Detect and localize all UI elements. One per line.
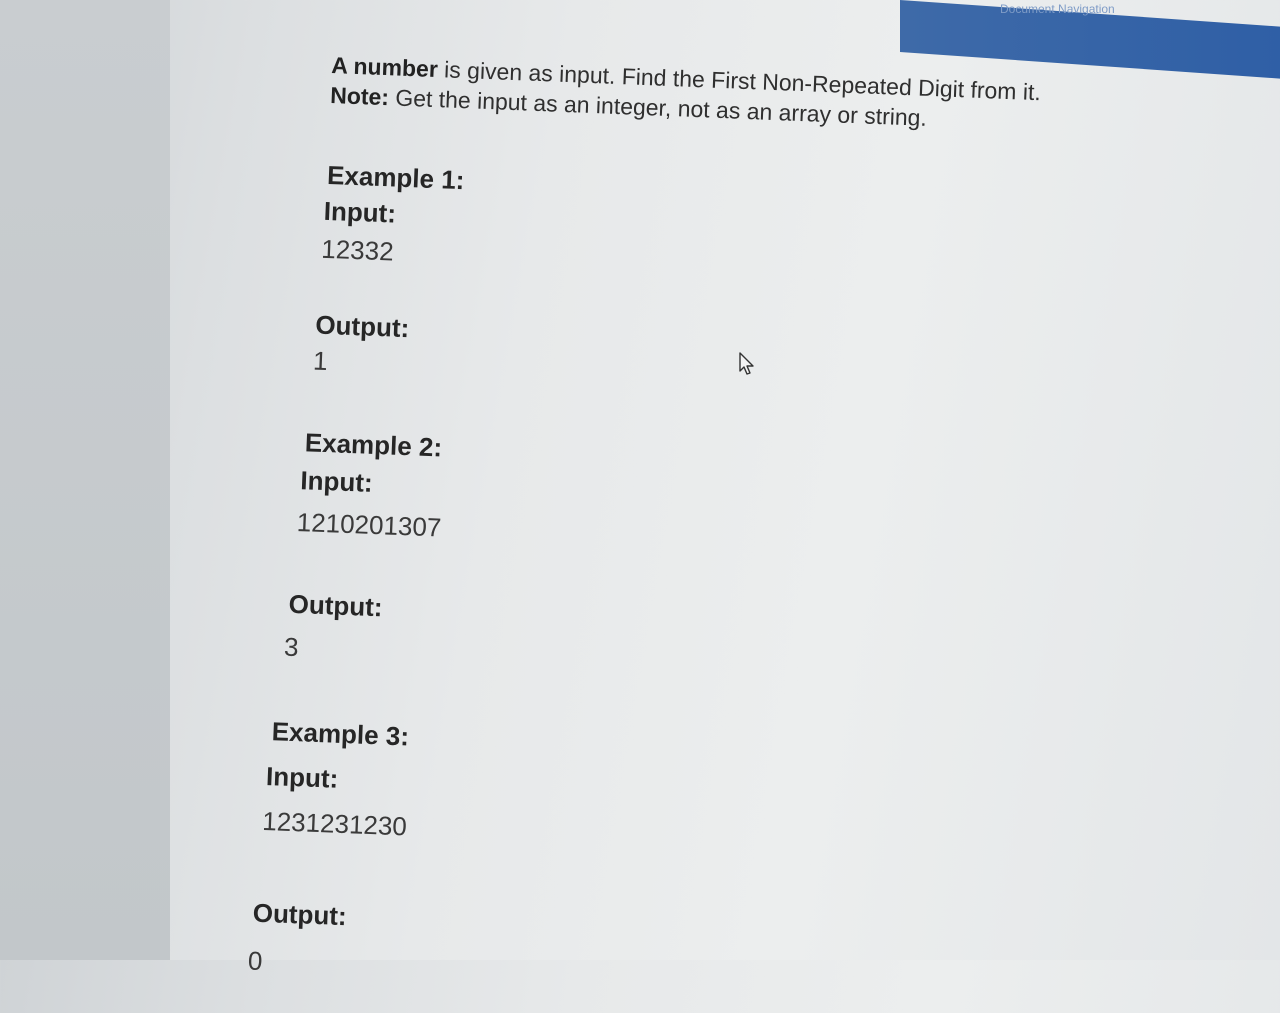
input-value: 1210201307 xyxy=(296,507,442,543)
example-3: Example 3: Input: 1231231230 Output: 0 xyxy=(247,716,672,976)
output-value: 3 xyxy=(283,631,300,663)
example-2: Example 2: Input: 1210201307 Output: 3 xyxy=(283,427,705,662)
input-value: 12332 xyxy=(320,233,395,267)
problem-page: A number is given as input. Find the Fir… xyxy=(247,50,1232,976)
example-1: Example 1: Input: 12332 Output: 1 xyxy=(312,160,728,376)
example-title: Example 1: xyxy=(326,159,465,196)
input-label: Input: xyxy=(323,195,397,229)
output-label: Output: xyxy=(288,588,384,623)
output-label: Output: xyxy=(314,309,410,344)
input-label: Input: xyxy=(265,761,339,794)
left-margin xyxy=(0,0,170,960)
example-title: Example 3: xyxy=(271,716,410,752)
problem-statement-bold: A number xyxy=(330,51,439,83)
problem-note-bold: Note: xyxy=(329,81,390,111)
output-value: 1 xyxy=(312,345,329,377)
document-area: A number is given as input. Find the Fir… xyxy=(170,0,1280,976)
example-title: Example 2: xyxy=(304,427,443,463)
output-label: Output: xyxy=(252,897,348,932)
input-label: Input: xyxy=(299,465,374,498)
input-value: 1231231230 xyxy=(261,805,408,842)
mouse-pointer-icon xyxy=(739,352,754,375)
output-value: 0 xyxy=(247,945,264,976)
